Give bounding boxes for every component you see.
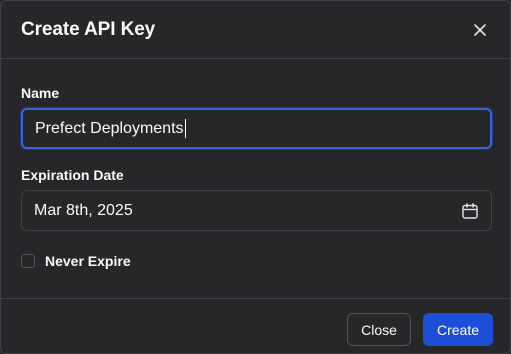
- text-cursor: [184, 119, 186, 138]
- close-button[interactable]: Close: [347, 313, 411, 346]
- name-label: Name: [21, 85, 60, 101]
- close-icon[interactable]: [472, 22, 488, 38]
- create-button[interactable]: Create: [423, 313, 493, 346]
- dialog-title: Create API Key: [21, 19, 156, 40]
- never-expire-checkbox[interactable]: [21, 254, 35, 268]
- never-expire-row: Never Expire: [21, 253, 131, 269]
- expiration-date-label: Expiration Date: [21, 167, 124, 183]
- expiration-date-picker[interactable]: Mar 8th, 2025: [21, 190, 492, 231]
- name-input[interactable]: Prefect Deployments: [21, 108, 492, 149]
- name-input-value: Prefect Deployments: [35, 119, 184, 137]
- never-expire-label[interactable]: Never Expire: [45, 253, 131, 269]
- expiration-date-value: Mar 8th, 2025: [34, 201, 133, 219]
- calendar-icon[interactable]: [461, 202, 479, 220]
- dialog-header: Create API Key: [1, 1, 510, 59]
- create-api-key-dialog: Create API Key Name Prefect Deployments …: [0, 0, 511, 354]
- footer-divider: [1, 298, 510, 299]
